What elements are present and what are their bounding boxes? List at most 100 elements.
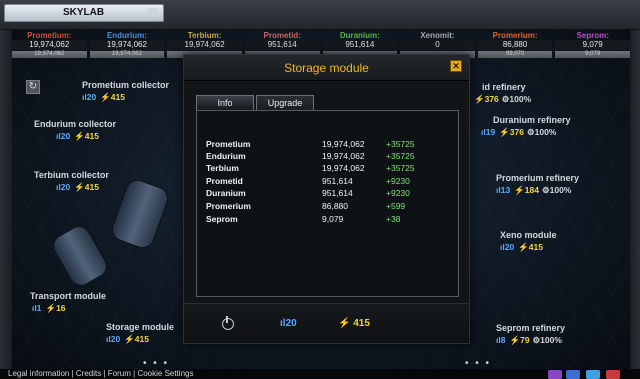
close-icon[interactable]: ✕ xyxy=(450,60,462,72)
energy-value: 415 xyxy=(353,318,370,329)
module-level: 13 xyxy=(500,185,511,195)
resource-name: Endurium: xyxy=(106,31,147,40)
module-energy: 376 xyxy=(484,94,499,104)
refresh-icon[interactable]: ↻ xyxy=(26,80,40,94)
module-level: 19 xyxy=(485,127,496,137)
dialog-footer: ıl20 ⚡ 415 xyxy=(184,303,469,343)
energy-icon: ⚡ xyxy=(100,92,111,102)
module-terbium-collector[interactable]: Terbium collector ıl20 ⚡415 xyxy=(34,170,109,193)
energy-icon: ⚡ xyxy=(518,242,529,252)
link-credits[interactable]: Credits xyxy=(76,369,101,378)
resource-value: 19,974,062 xyxy=(12,40,87,50)
module-xeno[interactable]: Xeno module ıl20 ⚡415 xyxy=(500,230,557,253)
module-efficiency: 100% xyxy=(549,185,572,195)
module-name: Promerium refinery xyxy=(496,173,580,183)
energy-icon: ⚡ xyxy=(474,94,485,104)
module-energy: 415 xyxy=(110,92,125,102)
resource-label: Endurium xyxy=(206,151,246,161)
module-name: Xeno module xyxy=(500,230,557,240)
storage-module-dialog: Storage module ✕ Info Upgrade Prometium … xyxy=(183,54,470,344)
footer-links: Legal information | Credits | Forum | Co… xyxy=(0,369,640,379)
resource-value: 951,614 xyxy=(244,40,320,50)
resource-amount: 19,974,062 xyxy=(322,139,365,149)
resource-value: 9,079 xyxy=(555,40,630,50)
top-bar: SKYLAB xyxy=(0,0,640,30)
footer-energy: ⚡ 415 xyxy=(338,318,370,329)
social-icon[interactable] xyxy=(586,370,600,379)
module-prometid-refinery[interactable]: id refinery ⚡376 ⚙100% xyxy=(470,82,531,105)
resource-label: Duranium xyxy=(206,188,246,198)
resource-label: Promerium xyxy=(206,201,251,211)
collector-cylinder-image xyxy=(48,221,112,291)
module-efficiency: 100% xyxy=(534,127,557,137)
module-level: 20 xyxy=(110,334,121,344)
link-cookie-settings[interactable]: Cookie Settings xyxy=(137,369,193,378)
storage-row: Endurium 19,974,062 +35725 xyxy=(206,151,436,163)
module-level: 20 xyxy=(86,92,97,102)
tab-info[interactable]: Info xyxy=(196,95,254,111)
module-level: 20 xyxy=(60,131,71,141)
module-name: Terbium collector xyxy=(34,170,109,180)
module-energy: 415 xyxy=(84,182,99,192)
energy-icon: ⚡ xyxy=(509,335,521,345)
gear-icon: ⚙ xyxy=(532,335,541,345)
energy-icon: ⚡ xyxy=(499,127,510,137)
level-value: 20 xyxy=(285,318,297,329)
social-icon[interactable] xyxy=(566,370,580,379)
right-frame xyxy=(630,30,640,370)
module-storage[interactable]: Storage module ıl20 ⚡415 xyxy=(106,322,174,345)
module-energy: 376 xyxy=(509,127,524,137)
energy-icon: ⚡ xyxy=(338,318,354,329)
resource-rate: +35725 xyxy=(386,139,415,149)
module-seprom-refinery[interactable]: Seprom refinery ıl8 ⚡79 ⚙100% xyxy=(496,323,565,346)
resource-name: Promerium: xyxy=(492,31,538,40)
resource-rate: +9230 xyxy=(386,188,410,198)
module-level: 20 xyxy=(60,182,71,192)
resource-name: Xenomit: xyxy=(420,31,455,40)
resource-amount: 951,614 xyxy=(322,176,353,186)
storage-row: Duranium 951,614 +9230 xyxy=(206,188,436,200)
power-icon[interactable] xyxy=(222,316,234,330)
module-level: 20 xyxy=(504,242,515,252)
module-promerium-refinery[interactable]: Promerium refinery ıl13 ⚡184 ⚙100% xyxy=(496,173,579,196)
module-duranium-refinery[interactable]: Duranium refinery ıl19 ⚡376 ⚙100% xyxy=(481,115,571,138)
social-icon[interactable] xyxy=(606,370,620,379)
resource-rate: +35725 xyxy=(386,151,415,161)
resource-amount: 9,079 xyxy=(322,214,344,224)
resource-endurium: Endurium: 19,974,062 19,974,062 xyxy=(89,31,165,59)
resource-amount: 19,974,062 xyxy=(322,151,365,161)
resource-bar-value: 19,974,062 xyxy=(89,51,165,58)
energy-icon: ⚡ xyxy=(45,303,57,313)
resource-rate: +38 xyxy=(386,214,401,224)
resource-rate: +9230 xyxy=(386,176,410,186)
resource-value: 19,974,062 xyxy=(167,40,242,50)
module-transport[interactable]: Transport module ıl1 ⚡16 xyxy=(30,291,106,314)
resource-bar-value: 99,070 xyxy=(477,51,553,58)
tab-upgrade[interactable]: Upgrade xyxy=(256,95,314,111)
module-endurium-collector[interactable]: Endurium collector ıl20 ⚡415 xyxy=(34,119,116,142)
storage-row: Terbium 19,974,062 +35725 xyxy=(206,163,436,175)
module-energy: 16 xyxy=(56,303,66,313)
module-prometium-collector[interactable]: Prometium collector ıl20 ⚡415 xyxy=(82,80,169,103)
module-name: Prometium collector xyxy=(82,80,170,90)
link-legal[interactable]: Legal information xyxy=(8,369,69,378)
skylab-tab[interactable]: SKYLAB xyxy=(4,4,164,22)
resource-rate: +599 xyxy=(386,201,406,211)
link-forum[interactable]: Forum xyxy=(108,369,131,378)
resource-label: Terbium xyxy=(206,163,239,173)
module-level: 8 xyxy=(500,335,506,345)
app-title: SKYLAB xyxy=(63,7,105,18)
pager-dots: • • • xyxy=(465,358,492,369)
resource-label: Prometium xyxy=(206,139,251,149)
resource-bar-value: 9,079 xyxy=(555,51,630,58)
module-efficiency: 100% xyxy=(509,94,532,104)
module-energy: 415 xyxy=(84,131,99,141)
gear-icon: ⚙ xyxy=(541,185,550,195)
storage-row: Prometid 951,614 +9230 xyxy=(206,176,436,188)
module-energy: 415 xyxy=(528,242,543,252)
dialog-tabs: Info Upgrade xyxy=(196,95,316,111)
module-energy: 415 xyxy=(134,334,149,344)
social-icon[interactable] xyxy=(548,370,562,379)
resource-amount: 86,880 xyxy=(322,201,348,211)
collapse-arrow-icon[interactable] xyxy=(147,8,159,18)
